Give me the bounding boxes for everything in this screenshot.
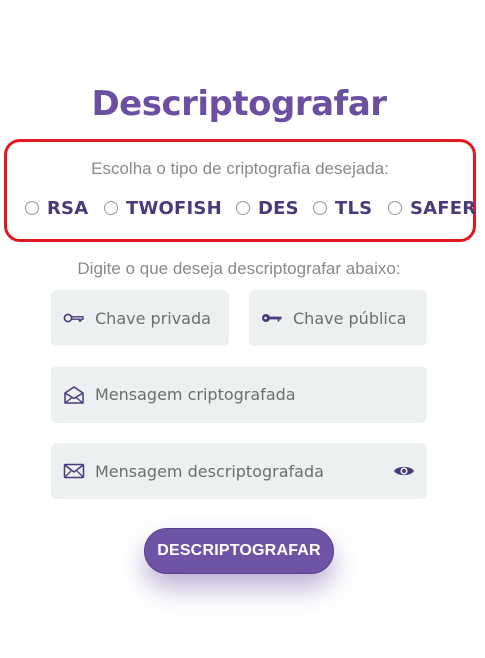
open-envelope-icon [63, 384, 85, 406]
private-key-input[interactable] [95, 308, 229, 328]
algorithm-options: RSA TWOFISH DES TLS SAFER [7, 194, 476, 222]
encrypted-message-input[interactable] [95, 385, 427, 404]
radio-button-des[interactable] [236, 201, 250, 215]
radio-option-tls[interactable]: TLS [313, 194, 372, 222]
radio-label-des: DES [258, 197, 299, 219]
radio-label-rsa: RSA [47, 197, 89, 219]
page-title: Descriptografar [91, 84, 387, 124]
radio-label-tls: TLS [335, 197, 373, 219]
private-key-field[interactable] [51, 290, 229, 346]
radio-button-safer[interactable] [388, 201, 402, 215]
radio-option-twofish[interactable]: TWOFISH [104, 194, 222, 222]
radio-option-safer[interactable]: SAFER [388, 194, 476, 222]
radio-label-safer: SAFER [410, 197, 477, 219]
instructions-text: Digite o que deseja descriptografar abai… [77, 259, 401, 278]
algorithm-choice-group: Escolha o tipo de criptografia desejada:… [4, 139, 476, 242]
radio-button-twofish[interactable] [104, 201, 118, 215]
radio-button-tls[interactable] [313, 201, 327, 215]
public-key-field[interactable] [249, 290, 427, 346]
radio-button-rsa[interactable] [25, 201, 39, 215]
key-solid-icon [261, 307, 283, 329]
eye-icon[interactable] [393, 460, 415, 482]
public-key-input[interactable] [293, 308, 427, 328]
envelope-icon [63, 460, 85, 482]
decrypt-button[interactable]: DESCRIPTOGRAFAR [144, 528, 334, 574]
key-outline-icon [63, 307, 85, 329]
radio-option-rsa[interactable]: RSA [25, 194, 88, 222]
decrypted-message-field[interactable] [51, 443, 427, 499]
radio-option-des[interactable]: DES [236, 194, 299, 222]
algorithm-choice-prompt: Escolha o tipo de criptografia desejada: [91, 159, 389, 178]
radio-label-twofish: TWOFISH [126, 197, 222, 219]
decrypted-message-input[interactable] [95, 461, 365, 481]
encrypted-message-field[interactable] [51, 366, 427, 423]
